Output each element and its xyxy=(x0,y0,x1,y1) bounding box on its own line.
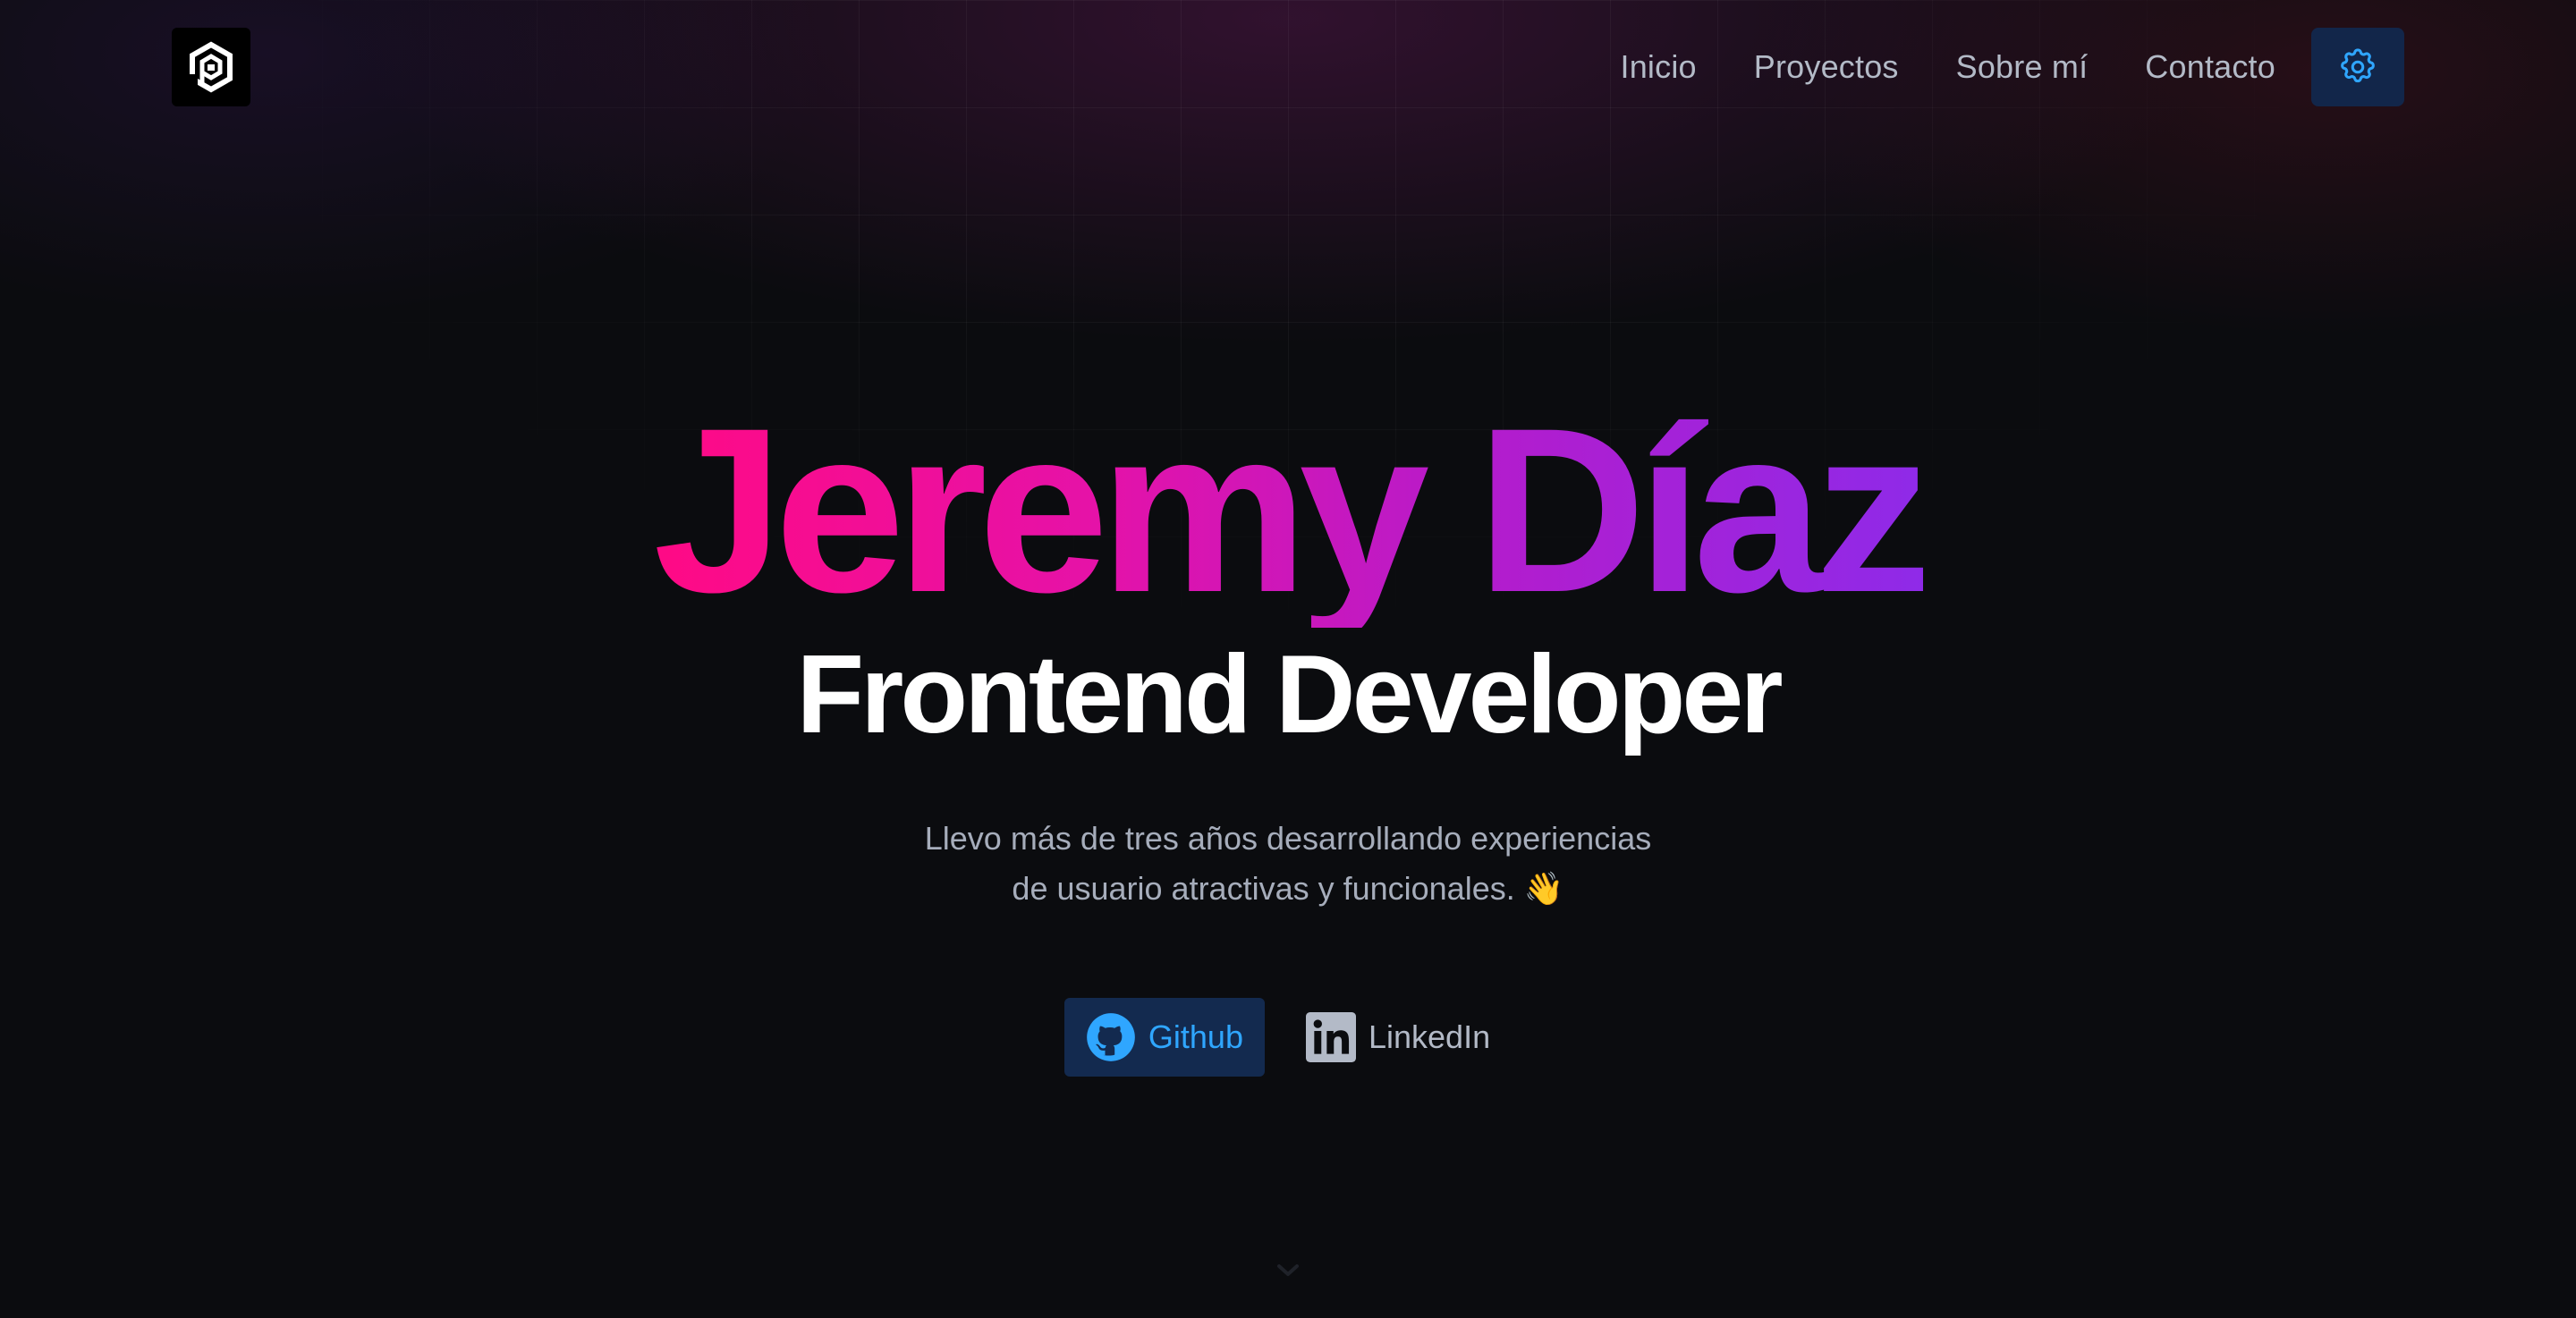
hexagon-spiral-logo-icon xyxy=(189,41,233,93)
hero-description: Llevo más de tres años desarrollando exp… xyxy=(886,814,1690,914)
nav-item-proyectos[interactable]: Proyectos xyxy=(1725,27,1928,107)
hero-role: Frontend Developer xyxy=(796,633,1783,756)
linkedin-icon xyxy=(1305,1012,1356,1062)
logo-link[interactable] xyxy=(172,28,250,106)
hero-name: Jeremy Díaz xyxy=(653,379,1931,641)
github-label: Github xyxy=(1148,1018,1243,1055)
hero-description-line-2: de usuario atractivas y funcionales. 👋 xyxy=(1012,870,1564,907)
page: Inicio Proyectos Sobre mí Contacto Jerem… xyxy=(0,0,2576,1318)
linkedin-label: LinkedIn xyxy=(1368,1018,1491,1055)
github-button[interactable]: Github xyxy=(1063,998,1265,1077)
hero-description-line-1: Llevo más de tres años desarrollando exp… xyxy=(924,820,1652,857)
main-nav: Inicio Proyectos Sobre mí Contacto xyxy=(1592,27,2404,107)
nav-item-contacto[interactable]: Contacto xyxy=(2116,27,2304,107)
social-links: Github LinkedIn xyxy=(1063,998,1512,1077)
site-header: Inicio Proyectos Sobre mí Contacto xyxy=(172,27,2404,107)
settings-button[interactable] xyxy=(2311,28,2404,106)
linkedin-button[interactable]: LinkedIn xyxy=(1284,998,1512,1077)
hero-section: Jeremy Díaz Frontend Developer Llevo más… xyxy=(0,393,2576,1077)
nav-item-sobre-mi[interactable]: Sobre mí xyxy=(1928,27,2117,107)
nav-item-inicio[interactable]: Inicio xyxy=(1592,27,1725,107)
github-icon xyxy=(1087,1013,1135,1061)
chevron-down-icon[interactable] xyxy=(1274,1259,1302,1280)
gear-icon xyxy=(2341,48,2375,83)
